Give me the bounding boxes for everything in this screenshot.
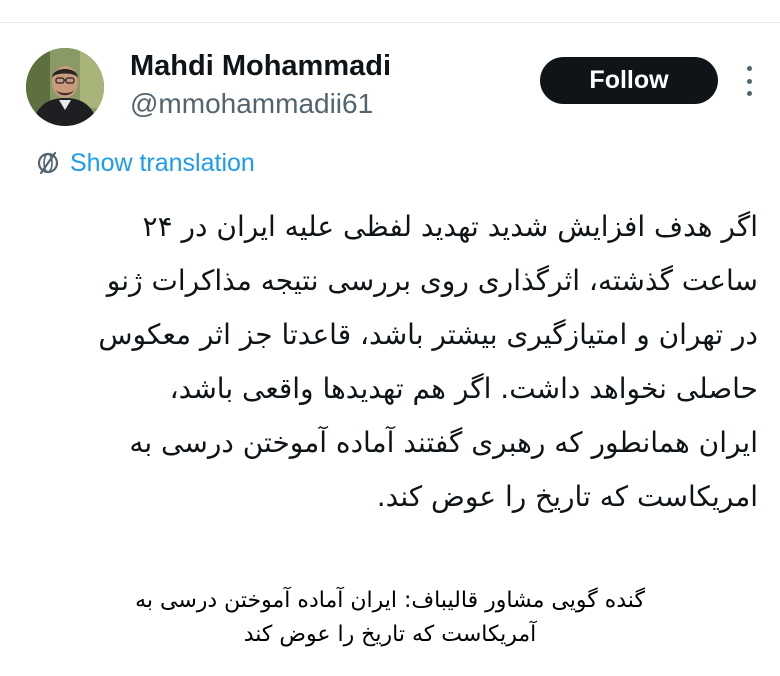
tweet-line: در تهران و امتیازگیری بیشتر باشد، قاعدتا… bbox=[98, 318, 758, 351]
tweet-line: حاصلی نخواهد داشت. اگر هم تهدیدها واقعی … bbox=[169, 372, 758, 405]
more-dot bbox=[746, 66, 752, 71]
tweet-line: امریکاست که تاریخ را عوض کند. bbox=[376, 480, 758, 513]
tweet-line: اگر هدف افزایش شدید تهدید لفظی علیه ایرا… bbox=[142, 210, 758, 243]
author-handle[interactable]: @mmohammadii61 bbox=[130, 90, 373, 118]
caption-line: آمریکاست که تاریخ را عوض کند bbox=[243, 622, 537, 647]
show-translation-label: Show translation bbox=[70, 148, 255, 177]
avatar[interactable] bbox=[26, 48, 104, 126]
avatar-photo bbox=[26, 48, 104, 126]
author-display-name[interactable]: Mahdi Mohammadi bbox=[130, 52, 391, 81]
caption-line: گنده گویی مشاور قالیباف: ایران آماده آمو… bbox=[135, 588, 645, 613]
show-translation-link[interactable]: Show translation bbox=[34, 146, 255, 180]
tweet-screenshot: Mahdi Mohammadi @mmohammadii61 Follow Sh… bbox=[0, 0, 780, 676]
tweet-line: ساعت گذشته، اثرگذاری روی بررسی نتیجه مذا… bbox=[106, 264, 758, 297]
globe-icon bbox=[37, 151, 59, 175]
top-divider bbox=[0, 22, 780, 23]
more-vertical-icon[interactable] bbox=[742, 66, 756, 96]
follow-button[interactable]: Follow bbox=[540, 57, 718, 104]
more-dot bbox=[746, 91, 752, 96]
tweet-text: اگر هدف افزایش شدید تهدید لفظی علیه ایرا… bbox=[28, 200, 758, 524]
image-caption: گنده گویی مشاور قالیباف: ایران آماده آمو… bbox=[60, 584, 720, 652]
more-dot bbox=[746, 78, 752, 84]
tweet-line: ایران همانطور که رهبری گفتند آماده آموخت… bbox=[129, 426, 758, 459]
